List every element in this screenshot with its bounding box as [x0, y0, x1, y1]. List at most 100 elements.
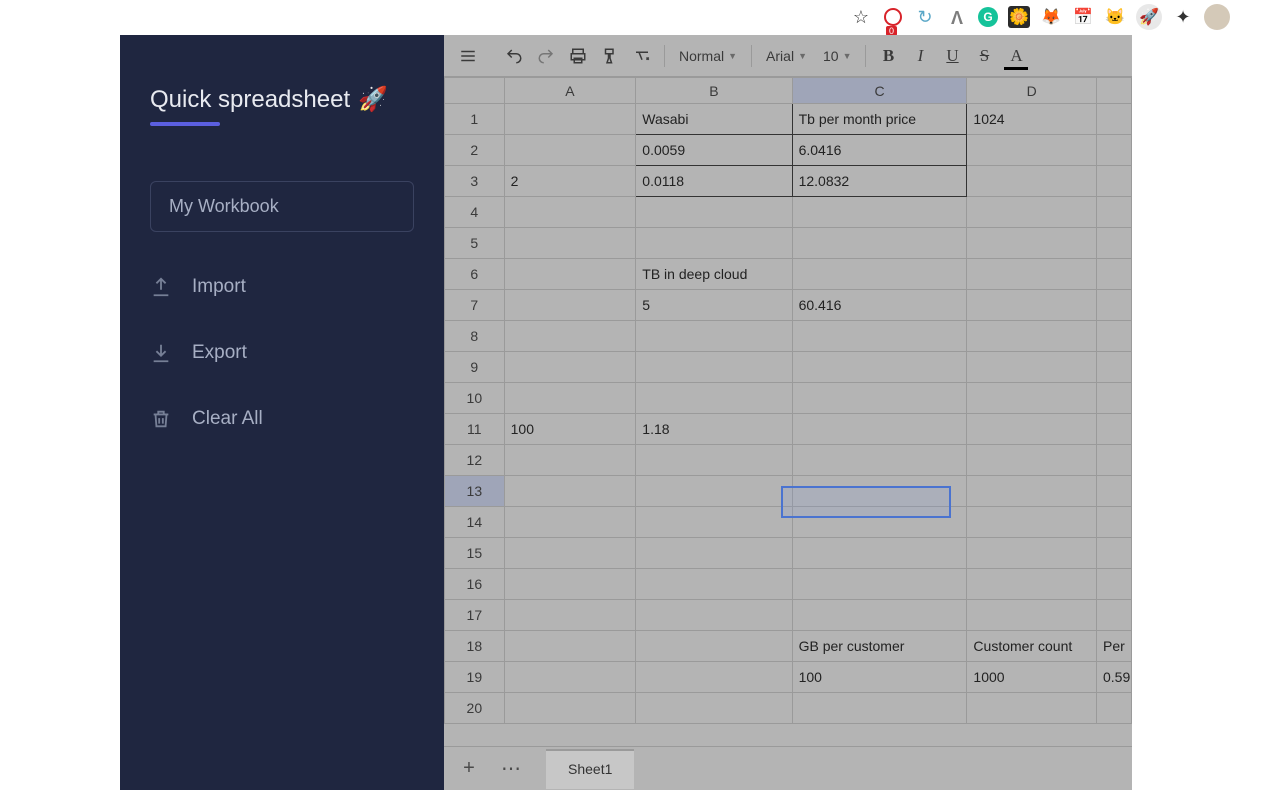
- cell[interactable]: Per: [1097, 631, 1132, 662]
- cell[interactable]: Tb per month price: [792, 104, 967, 135]
- cell[interactable]: [967, 445, 1097, 476]
- col-header-d[interactable]: D: [967, 78, 1097, 104]
- cell[interactable]: [967, 321, 1097, 352]
- row-header[interactable]: 6: [445, 259, 505, 290]
- underline-button[interactable]: U: [938, 42, 966, 70]
- cell[interactable]: [1097, 414, 1132, 445]
- cell[interactable]: [504, 228, 636, 259]
- cell[interactable]: [1097, 569, 1132, 600]
- sheet-menu-button[interactable]: ⋯: [498, 756, 524, 782]
- cell[interactable]: [636, 507, 792, 538]
- sidebar-item-import[interactable]: Import: [150, 276, 414, 298]
- cell[interactable]: [504, 104, 636, 135]
- cell[interactable]: [967, 290, 1097, 321]
- clear-format-button[interactable]: [628, 42, 656, 70]
- cell[interactable]: TB in deep cloud: [636, 259, 792, 290]
- cell[interactable]: [636, 662, 792, 693]
- row-header[interactable]: 4: [445, 197, 505, 228]
- grid-area[interactable]: A B C D 1WasabiTb per month price102420.…: [444, 77, 1132, 746]
- cell[interactable]: [792, 507, 967, 538]
- menu-icon[interactable]: [454, 42, 482, 70]
- cell[interactable]: [792, 569, 967, 600]
- row-header[interactable]: 1: [445, 104, 505, 135]
- cell[interactable]: 1024: [967, 104, 1097, 135]
- row-header[interactable]: 7: [445, 290, 505, 321]
- format-dropdown[interactable]: Normal▼: [673, 48, 743, 64]
- cell[interactable]: [636, 228, 792, 259]
- cell[interactable]: 1000: [967, 662, 1097, 693]
- cell[interactable]: [504, 197, 636, 228]
- cell[interactable]: [504, 383, 636, 414]
- cell[interactable]: [504, 290, 636, 321]
- cell[interactable]: [792, 383, 967, 414]
- cell[interactable]: [636, 631, 792, 662]
- cell[interactable]: [792, 600, 967, 631]
- cell[interactable]: 0.59: [1097, 662, 1132, 693]
- cell[interactable]: [504, 631, 636, 662]
- cell[interactable]: [967, 600, 1097, 631]
- cell[interactable]: [967, 414, 1097, 445]
- cell[interactable]: 1.18: [636, 414, 792, 445]
- cell[interactable]: [1097, 600, 1132, 631]
- cell[interactable]: [504, 569, 636, 600]
- row-header[interactable]: 3: [445, 166, 505, 197]
- cell[interactable]: [504, 507, 636, 538]
- col-header-e[interactable]: [1097, 78, 1132, 104]
- cell[interactable]: [636, 693, 792, 724]
- cell[interactable]: [967, 569, 1097, 600]
- font-dropdown[interactable]: Arial▼: [760, 48, 813, 64]
- row-header[interactable]: 15: [445, 538, 505, 569]
- sheet-tab[interactable]: Sheet1: [546, 749, 634, 789]
- cell[interactable]: [504, 352, 636, 383]
- cell[interactable]: [1097, 321, 1132, 352]
- cell[interactable]: [504, 135, 636, 166]
- cell[interactable]: [792, 538, 967, 569]
- row-header[interactable]: 9: [445, 352, 505, 383]
- cell[interactable]: [1097, 259, 1132, 290]
- font-size-dropdown[interactable]: 10▼: [817, 48, 858, 64]
- cell[interactable]: [967, 228, 1097, 259]
- calendar-icon[interactable]: 📅: [1072, 6, 1094, 28]
- box-icon[interactable]: 🌼: [1008, 6, 1030, 28]
- cell[interactable]: [1097, 228, 1132, 259]
- cell[interactable]: [792, 414, 967, 445]
- cell[interactable]: [1097, 445, 1132, 476]
- cell[interactable]: 0.0059: [636, 135, 792, 166]
- font-color-button[interactable]: A: [1002, 42, 1030, 70]
- cell[interactable]: 6.0416: [792, 135, 967, 166]
- cell[interactable]: [967, 197, 1097, 228]
- cell[interactable]: [636, 569, 792, 600]
- cell[interactable]: [1097, 166, 1132, 197]
- col-header-a[interactable]: A: [504, 78, 636, 104]
- cell[interactable]: [1097, 476, 1132, 507]
- workbook-name-input[interactable]: My Workbook: [150, 181, 414, 232]
- cell[interactable]: [967, 693, 1097, 724]
- cell[interactable]: [504, 259, 636, 290]
- rocket-icon[interactable]: 🚀: [1136, 4, 1162, 30]
- strikethrough-button[interactable]: S: [970, 42, 998, 70]
- cell[interactable]: [504, 445, 636, 476]
- metamask-icon[interactable]: 🦊: [1040, 6, 1062, 28]
- row-header[interactable]: 11: [445, 414, 505, 445]
- redo-button[interactable]: [532, 42, 560, 70]
- cell[interactable]: [792, 228, 967, 259]
- cell[interactable]: 100: [504, 414, 636, 445]
- cell[interactable]: [967, 383, 1097, 414]
- cell[interactable]: [967, 538, 1097, 569]
- row-header[interactable]: 2: [445, 135, 505, 166]
- cell[interactable]: [504, 476, 636, 507]
- user-avatar[interactable]: [1204, 4, 1230, 30]
- cell[interactable]: [636, 321, 792, 352]
- cell[interactable]: [967, 259, 1097, 290]
- cell[interactable]: [504, 321, 636, 352]
- col-header-b[interactable]: B: [636, 78, 792, 104]
- cell[interactable]: [636, 383, 792, 414]
- cell[interactable]: GB per customer: [792, 631, 967, 662]
- row-header[interactable]: 8: [445, 321, 505, 352]
- cell[interactable]: [636, 538, 792, 569]
- add-sheet-button[interactable]: +: [456, 756, 482, 782]
- cell[interactable]: [967, 352, 1097, 383]
- cell[interactable]: [636, 352, 792, 383]
- extensions-puzzle-icon[interactable]: ✦: [1172, 6, 1194, 28]
- col-header-c[interactable]: C: [792, 78, 967, 104]
